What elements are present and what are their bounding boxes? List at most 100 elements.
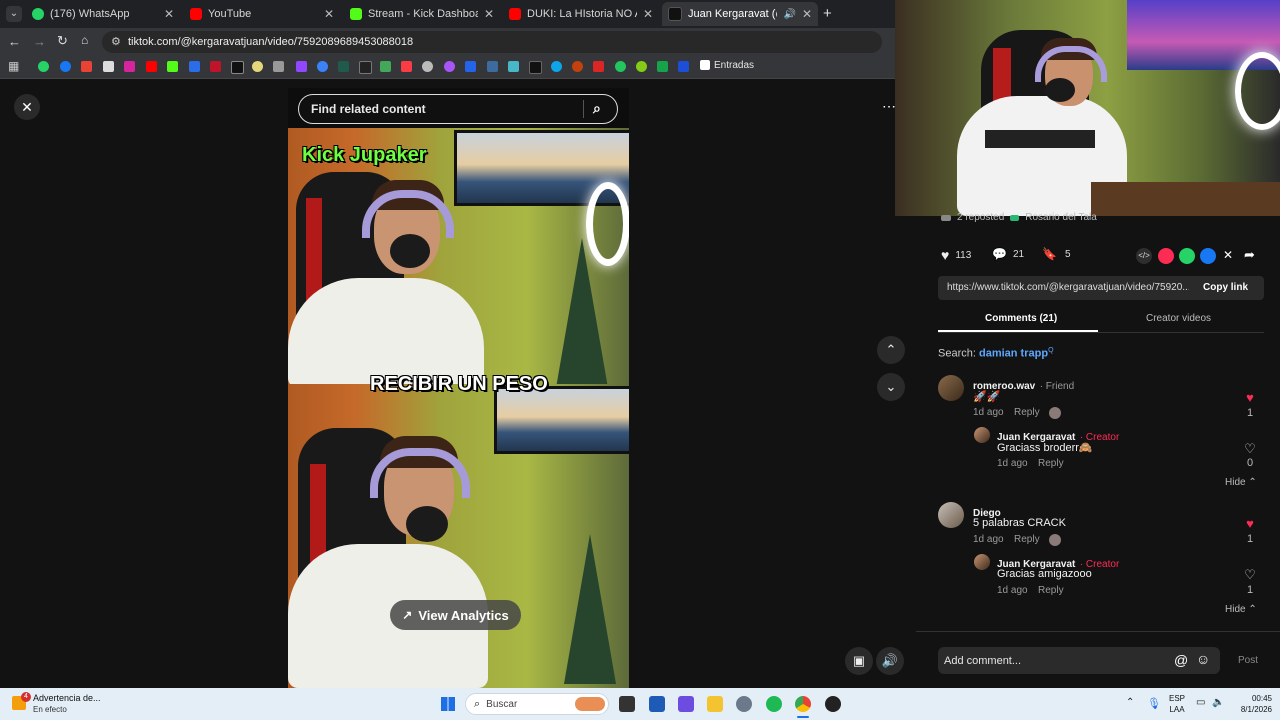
close-video-button[interactable]: ✕ (14, 94, 40, 120)
send-icon[interactable] (1158, 248, 1174, 264)
close-tab-icon[interactable]: ✕ (164, 7, 174, 21)
bookmark-blue3-icon[interactable] (678, 61, 689, 72)
volume-icon[interactable]: 🔈 (1212, 697, 1224, 708)
heart-icon[interactable]: ♥ (1243, 516, 1257, 531)
bookmark-tiktok-icon[interactable] (231, 61, 244, 74)
search-suggestion[interactable]: Search: damian trappQ (938, 347, 1054, 360)
network-icon[interactable]: ▭ (1196, 697, 1205, 708)
forward-icon[interactable]: → (33, 34, 46, 49)
bookmark-black-icon[interactable] (529, 61, 542, 74)
bookmark-orange-icon[interactable] (572, 61, 583, 72)
browser-tab-kick[interactable]: Stream - Kick Dashboard ✕ (344, 2, 500, 26)
app-icon[interactable] (678, 696, 694, 712)
reply-button[interactable]: Reply (1014, 407, 1040, 418)
bookmark-red-icon[interactable] (210, 61, 221, 72)
address-bar[interactable]: ⚙ tiktok.com/@kergaravatjuan/video/75920… (102, 31, 882, 53)
bookmark-whatsapp-icon[interactable] (38, 61, 49, 72)
bookmark-instagram-icon[interactable] (124, 61, 135, 72)
bookmark-facebook-icon[interactable] (60, 61, 71, 72)
bookmark-purple-icon[interactable] (444, 61, 455, 72)
post-button[interactable]: Post (1238, 655, 1258, 666)
previous-video-button[interactable]: ⌃ (877, 336, 905, 364)
home-icon[interactable]: ⌂ (81, 33, 88, 47)
video-player[interactable]: Kick Jupaker RECIBIR UN PESO (288, 88, 629, 688)
new-tab-button[interactable]: + (823, 5, 832, 22)
heart-outline-icon[interactable]: ♡ (1243, 567, 1257, 583)
browser-tab-youtube[interactable]: YouTube ✕ (184, 2, 340, 26)
bookmark-green-icon[interactable] (380, 61, 391, 72)
reply-button[interactable]: Reply (1038, 585, 1064, 596)
heart-outline-icon[interactable]: ♡ (1243, 441, 1257, 457)
obs-icon[interactable] (825, 696, 841, 712)
avatar[interactable] (974, 427, 990, 443)
bookmark-red2-icon[interactable] (593, 61, 604, 72)
file-explorer-icon[interactable] (707, 696, 723, 712)
speaker-icon[interactable]: 🔊 (783, 9, 795, 20)
taskbar-search[interactable]: ⌕ Buscar (465, 693, 609, 715)
more-options-icon[interactable]: ⋯ (882, 98, 896, 115)
mention-icon[interactable]: @ (1174, 652, 1188, 668)
share-link-text[interactable]: https://www.tiktok.com/@kergaravatjuan/v… (947, 282, 1189, 293)
view-analytics-button[interactable]: ↗ View Analytics (390, 600, 521, 630)
task-view-icon[interactable] (619, 696, 635, 712)
clock[interactable]: 00:45 8/1/2026 (1232, 693, 1272, 715)
volume-button[interactable]: 🔊 (876, 647, 904, 675)
bookmark-lime-icon[interactable] (636, 61, 647, 72)
bookmark-music-icon[interactable] (401, 61, 412, 72)
reload-icon[interactable]: ↻ (57, 33, 68, 49)
bookmark-dark2-icon[interactable] (359, 61, 372, 74)
windows-start-icon[interactable] (441, 697, 455, 711)
bookmark-kick-icon[interactable] (167, 61, 178, 72)
bookmark-teal-icon[interactable] (508, 61, 519, 72)
emoji-icon[interactable]: ☺ (1196, 651, 1210, 667)
browser-tab-whatsapp[interactable]: (176) WhatsApp ✕ (26, 2, 180, 26)
browser-tab-tiktok[interactable]: Juan Kergaravat (@kergaravatjuan) 🔊 ✕ (662, 2, 818, 26)
like-button[interactable]: ♥ 113 (941, 247, 971, 263)
add-comment-input[interactable]: Add comment... @ ☺ (938, 647, 1220, 674)
bookmark-twitch-icon[interactable] (296, 61, 307, 72)
settings-icon[interactable] (736, 696, 752, 712)
share-more-icon[interactable]: ➦ (1244, 247, 1255, 263)
mini-player-button[interactable]: ▣ (845, 647, 873, 675)
bookmark-entradas[interactable]: Entradas (714, 60, 754, 71)
reply-button[interactable]: Reply (1014, 534, 1040, 545)
bookmark-gray-icon[interactable] (273, 61, 284, 72)
language-indicator[interactable]: ESP LAA (1169, 693, 1185, 715)
microphone-icon[interactable]: 🎙 (1147, 697, 1161, 710)
chrome-icon[interactable] (795, 696, 811, 712)
bookmark-oval-icon[interactable] (252, 61, 263, 72)
bookmark-dark-icon[interactable] (338, 61, 349, 72)
bookmark-youtube-icon[interactable] (146, 61, 157, 72)
reply-button[interactable]: Reply (1038, 458, 1064, 469)
heart-icon[interactable]: ♥ (1243, 390, 1257, 405)
bookmark-green3-icon[interactable] (657, 61, 668, 72)
embed-button[interactable]: </> (1136, 248, 1152, 264)
bookmark-globe-icon[interactable] (422, 61, 433, 72)
tab-creator-videos[interactable]: Creator videos (1146, 313, 1211, 324)
bookmark-blue-icon[interactable] (317, 61, 328, 72)
tab-comments[interactable]: Comments (21) (985, 313, 1057, 324)
next-video-button[interactable]: ⌄ (877, 373, 905, 401)
bookmark-ship-icon[interactable] (487, 61, 498, 72)
close-tab-icon[interactable]: ✕ (324, 7, 334, 21)
bookmark-folder-icon[interactable] (700, 60, 710, 70)
avatar[interactable] (938, 375, 964, 401)
show-hidden-icons[interactable]: ⌃ (1126, 697, 1134, 708)
store-icon[interactable] (649, 696, 665, 712)
favorite-button[interactable]: 🔖 5 (1042, 247, 1071, 261)
browser-tab-duki[interactable]: DUKI: La HIstoria NO AUTORIZADA ✕ (503, 2, 659, 26)
comment-button[interactable]: 💬 21 (992, 247, 1024, 261)
related-search-input[interactable]: Find related content ⌕ (298, 94, 618, 124)
spotify-icon[interactable] (766, 696, 782, 712)
hide-replies-button[interactable]: Hide ⌃ (1225, 604, 1257, 615)
x-share-icon[interactable]: ✕ (1223, 248, 1233, 262)
close-tab-icon[interactable]: ✕ (802, 7, 812, 21)
bookmark-green2-icon[interactable] (615, 61, 626, 72)
bookmark-cyan-icon[interactable] (551, 61, 562, 72)
warning-notification[interactable]: 4 Advertencia de... En efecto (12, 692, 112, 716)
hide-replies-button[interactable]: Hide ⌃ (1225, 477, 1257, 488)
close-tab-icon[interactable]: ✕ (643, 7, 653, 21)
site-info-icon[interactable]: ⚙ (111, 35, 121, 48)
back-icon[interactable]: ← (8, 34, 21, 49)
close-tab-icon[interactable]: ✕ (484, 7, 494, 21)
